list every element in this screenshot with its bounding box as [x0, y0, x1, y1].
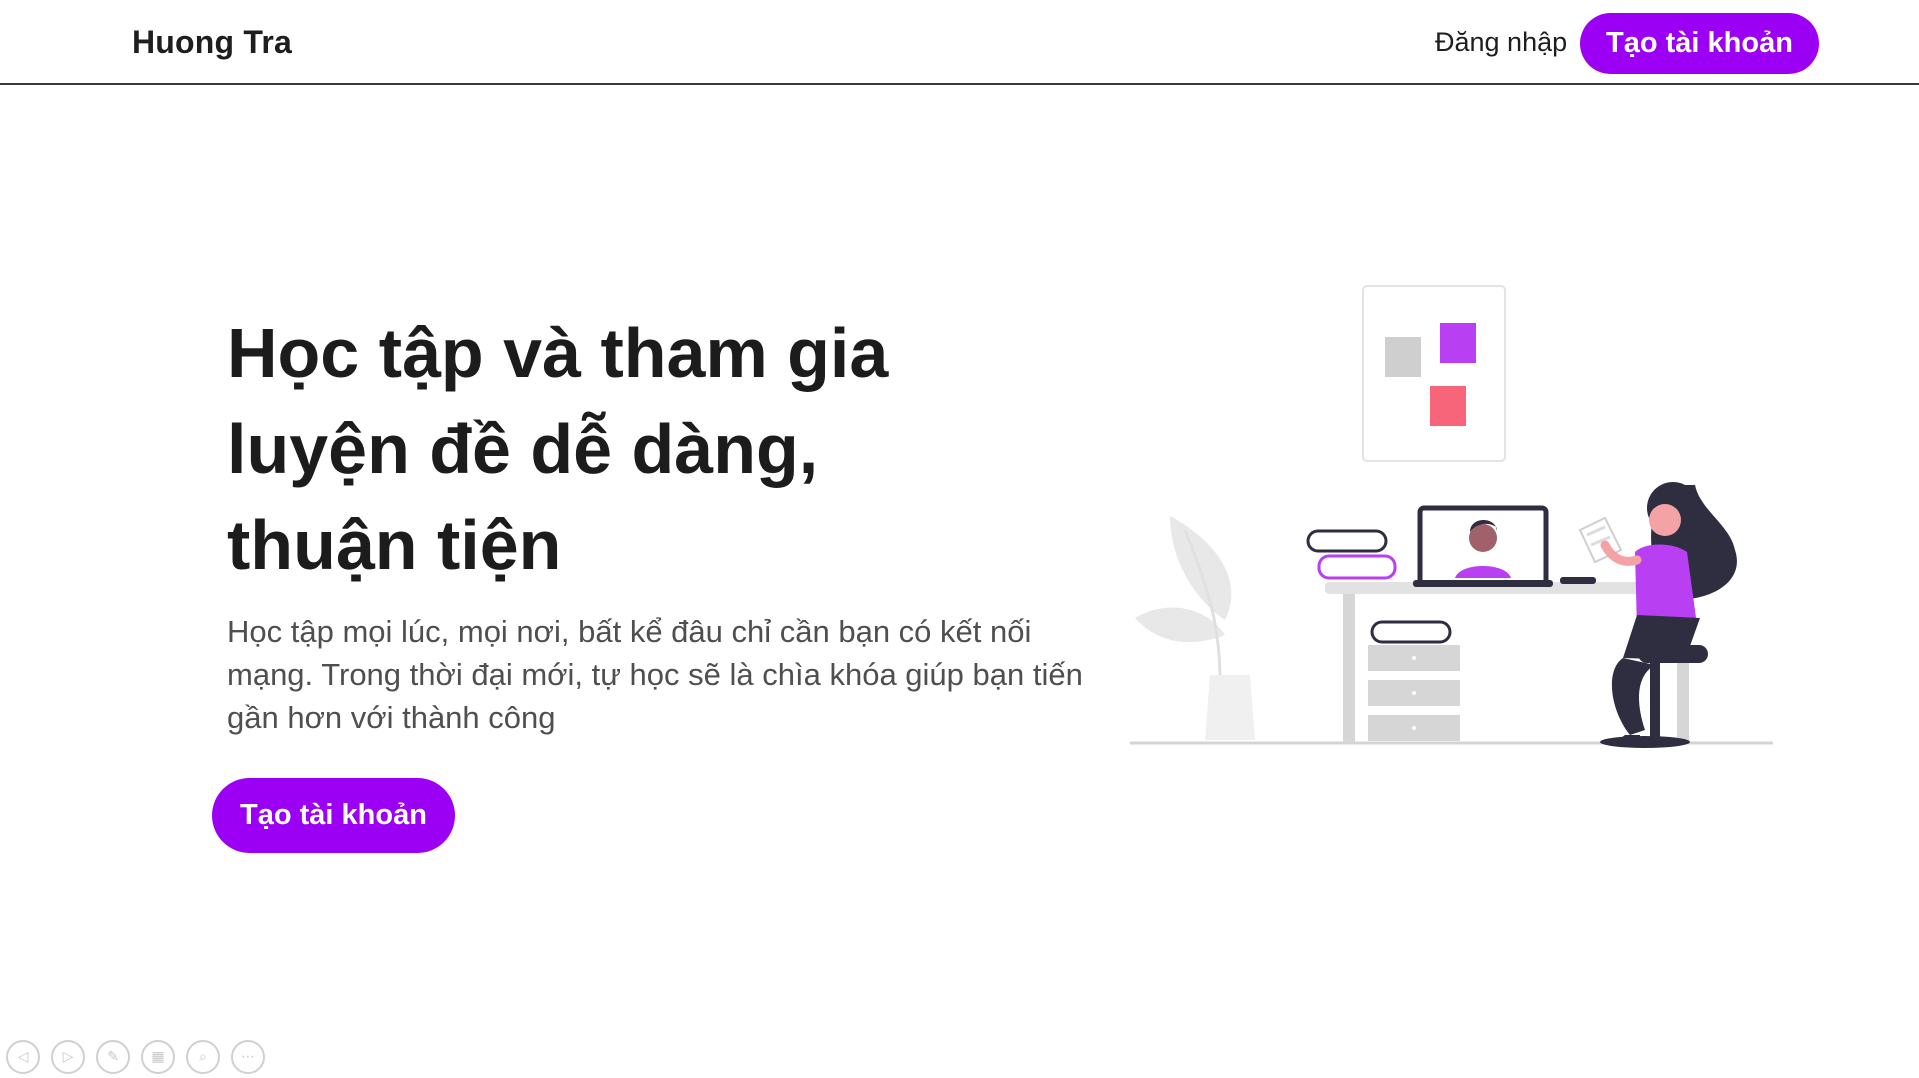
zoom-icon[interactable]: ⌕ [186, 1040, 220, 1074]
laptop [1413, 505, 1553, 587]
next-icon[interactable]: ▷ [51, 1040, 85, 1074]
woman-character [1578, 482, 1737, 748]
hero-subtitle: Học tập mọi lúc, mọi nơi, bất kể đâu chỉ… [227, 614, 1083, 735]
brand-logo[interactable]: Huong Tra [132, 24, 292, 61]
slides-grid-icon[interactable]: ▦ [141, 1040, 175, 1074]
online-learning-illustration [1130, 285, 1773, 748]
wall-frame [1362, 285, 1506, 462]
pen-icon[interactable]: ✎ [96, 1040, 130, 1074]
login-link[interactable]: Đăng nhập [1435, 27, 1567, 58]
more-icon[interactable]: ⋯ [231, 1040, 265, 1074]
previous-icon[interactable]: ◁ [6, 1040, 40, 1074]
presentation-controls: ◁ ▷ ✎ ▦ ⌕ ⋯ [6, 1040, 265, 1076]
hero-title: Học tập và tham gia luyện đề dễ dàng, th… [227, 314, 889, 584]
plant [1135, 516, 1255, 740]
top-navigation-bar: Huong Tra Đăng nhập Tạo tài khoản [0, 0, 1919, 85]
signup-button-header[interactable]: Tạo tài khoản [1580, 13, 1819, 74]
signup-button-hero[interactable]: Tạo tài khoản [212, 778, 455, 853]
